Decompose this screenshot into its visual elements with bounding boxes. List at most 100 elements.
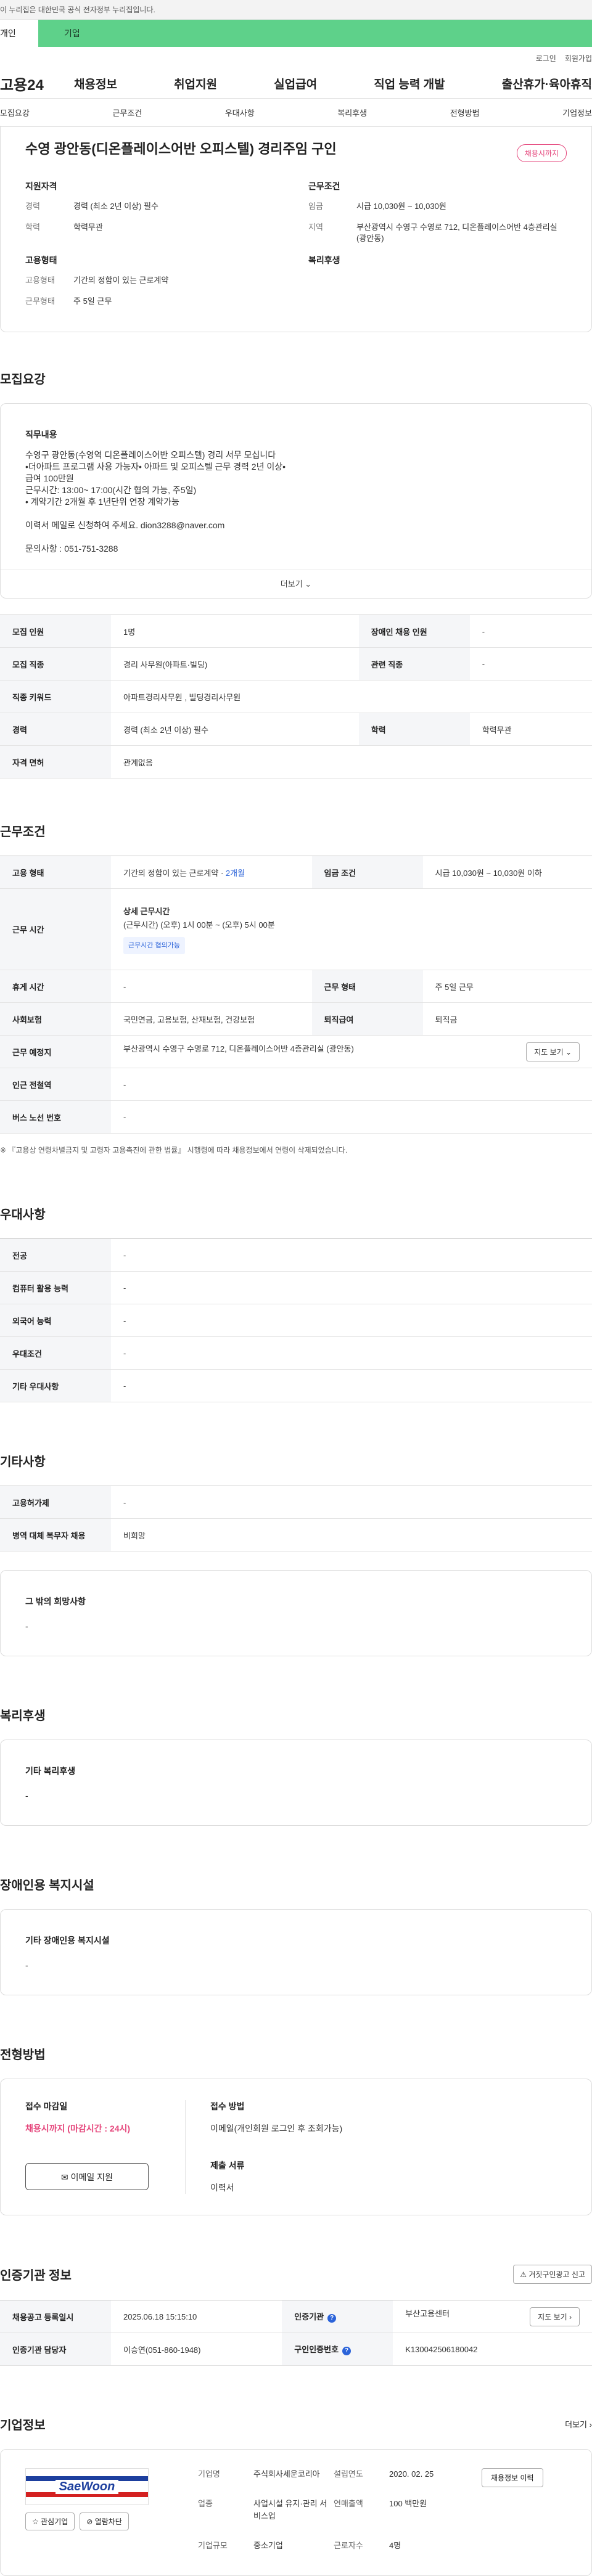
tab-business[interactable]: 기업: [38, 20, 592, 47]
table-cell: -: [111, 1336, 592, 1370]
table-row: 모집 인원 1명 장애인 채용 인원 -: [0, 615, 592, 648]
anchor-preference[interactable]: 우대사항: [225, 107, 255, 118]
table-header-cell: 근무 시간: [0, 888, 111, 970]
table-header-cell: 채용공고 등록일시: [0, 2300, 111, 2333]
table-cell: K130042506180042: [393, 2333, 592, 2366]
cert-table: 채용공고 등록일시 2025.06.18 15:15:10 인증기관? 부산고용…: [0, 2300, 592, 2366]
anchor-recruit[interactable]: 모집요강: [0, 107, 30, 118]
summary-value: 시급 10,030원 ~ 10,030원: [356, 202, 446, 211]
table-row: 채용공고 등록일시 2025.06.18 15:15:10 인증기관? 부산고용…: [0, 2300, 592, 2333]
star-icon: ☆: [32, 2517, 39, 2526]
method-value: 이메일(개인회원 로그인 후 조회가능): [210, 2124, 343, 2133]
table-cell: 아파트경리사무원 , 빌딩경리사무원: [111, 680, 592, 713]
chevron-down-icon: ⌄: [305, 579, 312, 589]
workplace-address: 부산광역시 수영구 수영로 712, 디온플레이스어반 4층관리실 (광안동): [123, 1044, 354, 1053]
map-button[interactable]: 지도 보기 ⌄: [526, 1042, 580, 1061]
help-icon[interactable]: ?: [342, 2347, 352, 2355]
table-row: 인근 전철역 -: [0, 1068, 592, 1101]
deadline-value: 채용시까지 (마감시간 : 24시): [25, 2124, 131, 2133]
gnb-item-employment-support[interactable]: 취업지원: [174, 75, 217, 92]
table-header-cell: 휴게 시간: [0, 970, 111, 1003]
cert-map-button[interactable]: 지도 보기 ›: [530, 2307, 580, 2326]
table-header-cell: 임금 조건: [311, 856, 423, 889]
emp-heading: 고용형태: [25, 255, 57, 265]
table-row: 버스 노선 번호 -: [0, 1100, 592, 1134]
job-summary-card: 수영 광안동(디온플레이스어반 오피스텔) 경리주임 구인 채용시까지 지원자격…: [0, 126, 592, 332]
summary-label: 지역: [308, 223, 323, 232]
table-cell: 기간의 정함이 있는 근로계약 · 2개월: [111, 856, 312, 889]
gnb-menu: 채용정보 취업지원 실업급여 직업 능력 개발 출산휴가·육아휴직: [74, 75, 592, 92]
table-row: 외국어 능력 -: [0, 1304, 592, 1337]
tab-person[interactable]: 개인: [0, 20, 38, 47]
table-header-cell: 학력: [358, 713, 470, 746]
anchor-company[interactable]: 기업정보: [562, 107, 592, 118]
conditions-section-title: 근무조건: [0, 825, 46, 839]
table-cell: 관계없음: [111, 745, 592, 779]
gov-banner: 이 누리집은 대한민국 공식 전자정부 누리집입니다.: [0, 0, 592, 20]
summary-label: 근무형태: [25, 296, 55, 306]
table-row: 사회보험 국민연금, 고용보험, 산재보험, 건강보험 퇴직급여 퇴직금: [0, 1002, 592, 1036]
gnb-item-training[interactable]: 직업 능력 개발: [374, 75, 445, 92]
more-button[interactable]: 더보기 ⌄: [1, 570, 591, 598]
anchor-apply[interactable]: 전형방법: [450, 107, 480, 118]
table-row: 근무 시간 상세 근무시간 (근무시간) (오후) 1시 00분 ~ (오후) …: [0, 888, 592, 970]
table-row: 인증기관 담당자 이승연(051-860-1948) 구인인증번호? K1300…: [0, 2333, 592, 2366]
preference-section-title: 우대사항: [0, 1208, 46, 1222]
anchor-conditions[interactable]: 근무조건: [112, 107, 142, 118]
welfare-label: 기타 복리후생: [25, 1766, 76, 1776]
gnb-item-leave[interactable]: 출산휴가·육아휴직: [502, 75, 592, 92]
summary-label: 임금: [308, 202, 323, 211]
table-row: 경력 경력 (최소 2년 이상) 필수 학력 학력무관: [0, 713, 592, 746]
favorite-company-button[interactable]: ☆ 관심기업: [25, 2513, 75, 2530]
company-header: 기업정보 더보기 ›: [0, 2415, 592, 2433]
cert-org-value: 부산고용센터: [405, 2308, 450, 2318]
report-fake-ad-button[interactable]: ⚠ 거짓구인광고 신고: [513, 2265, 592, 2284]
company-info-value: 4명: [389, 2541, 401, 2550]
table-cell: 이승연(051-860-1948): [111, 2333, 282, 2366]
welfare-heading: 복리후생: [308, 255, 340, 265]
table-header-cell: 경력: [0, 713, 111, 746]
company-info-value: 100 백만원: [389, 2499, 427, 2508]
qual-heading: 지원자격: [25, 181, 57, 191]
company-info-label: 기업명: [198, 2469, 220, 2479]
disabled-facility-label: 기타 장애인용 복지시설: [25, 1936, 110, 1945]
etc-table: 고용허가제 - 병역 대체 복무자 채용 비희망: [0, 1486, 592, 1552]
recruit-history-button[interactable]: 채용정보 이력: [482, 2468, 543, 2487]
more-label: 더보기: [280, 579, 303, 589]
site-logo[interactable]: 고용24: [0, 73, 74, 94]
table-cell: -: [111, 1068, 592, 1101]
signup-link[interactable]: 회원가입: [565, 53, 592, 63]
cert-header: 인증기관 정보 ⚠ 거짓구인광고 신고: [0, 2265, 592, 2284]
help-icon[interactable]: ?: [327, 2314, 337, 2323]
table-cell: 학력무관: [469, 713, 592, 746]
company-section-title: 기업정보: [0, 2419, 46, 2432]
company-info-value: 사업시설 유지·관리 서비스업: [253, 2499, 327, 2521]
table-cell: 경리 사무원(아파트·빌딩): [111, 647, 359, 681]
block-view-button[interactable]: ⊘ 열람차단: [80, 2513, 129, 2530]
company-info-label: 연매출액: [334, 2499, 363, 2508]
company-detail-button-wrap: 채용정보 이력: [457, 2468, 543, 2561]
table-header-cell: 고용허가제: [0, 1486, 111, 1519]
table-cell: 상세 근무시간 (근무시간) (오후) 1시 00분 ~ (오후) 5시 00분…: [111, 888, 592, 970]
table-header-cell: 기타 우대사항: [0, 1369, 111, 1402]
welfare-value: -: [25, 1791, 28, 1801]
company-info-value: 주식회사세운코리아: [253, 2469, 320, 2479]
table-header-cell: 장애인 채용 인원: [358, 615, 470, 648]
recruit-table: 모집 인원 1명 장애인 채용 인원 - 모집 직종 경리 사무원(아파트·빌딩…: [0, 615, 592, 779]
other-wishes-value: -: [25, 1621, 28, 1631]
apply-section-title: 전형방법: [0, 2048, 46, 2062]
gnb-item-jobs[interactable]: 채용정보: [74, 75, 117, 92]
summary-label: 고용형태: [25, 276, 55, 285]
email-apply-button[interactable]: ✉ 이메일 지원: [25, 2163, 149, 2190]
table-header-cell: 모집 직종: [0, 647, 111, 681]
gnb-item-unemployment[interactable]: 실업급여: [274, 75, 317, 92]
company-more-link[interactable]: 더보기 ›: [565, 2418, 592, 2430]
anchor-welfare[interactable]: 복리후생: [337, 107, 367, 118]
recruit-section-title: 모집요강: [0, 373, 46, 386]
table-header-cell: 버스 노선 번호: [0, 1100, 111, 1134]
table-cell: 국민연금, 고용보험, 산재보험, 건강보험: [111, 1002, 312, 1036]
login-link[interactable]: 로그인: [536, 53, 556, 63]
table-cell: 2025.06.18 15:15:10: [111, 2300, 282, 2333]
cert-map-label: 지도 보기: [538, 2312, 567, 2321]
company-info-label: 업종: [198, 2499, 213, 2508]
